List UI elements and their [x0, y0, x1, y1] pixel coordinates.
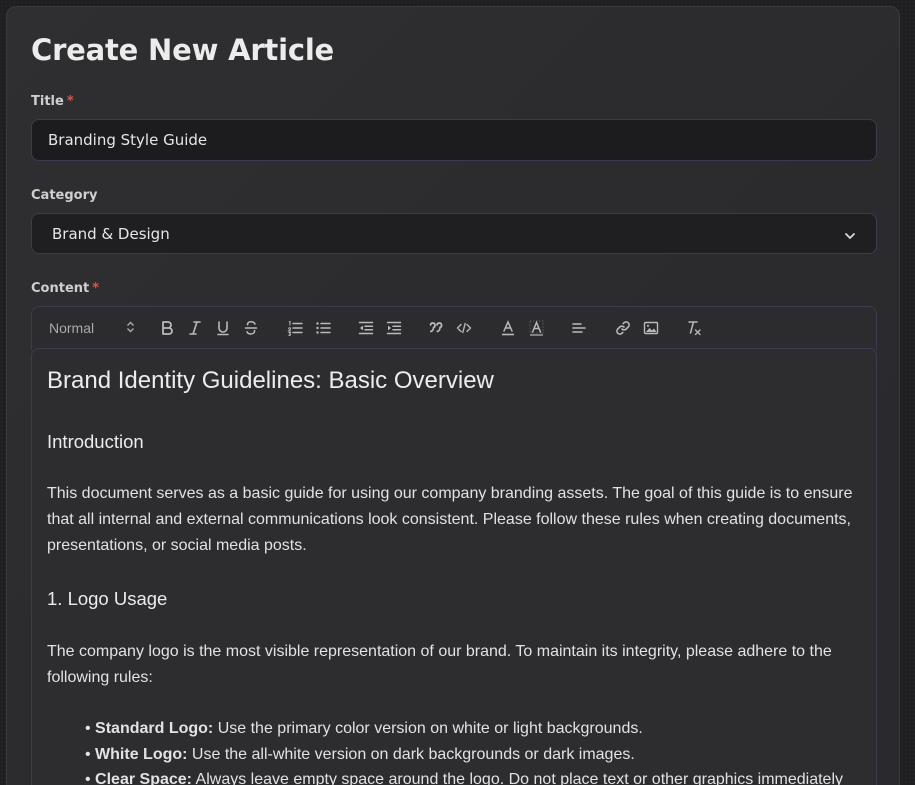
strikethrough-button[interactable]	[243, 318, 259, 338]
italic-button[interactable]	[187, 318, 203, 338]
page-title: Create New Article	[31, 33, 335, 67]
clear-format-button[interactable]	[684, 318, 702, 338]
list-item-term: White Logo:	[95, 745, 188, 763]
list-item-text: Use the all-white version on dark backgr…	[187, 745, 635, 763]
bold-icon	[160, 320, 174, 336]
code-icon	[456, 321, 472, 335]
highlight-icon	[529, 320, 544, 336]
intro-heading: Introduction	[47, 431, 144, 452]
category-select-value: Brand & Design	[52, 224, 170, 243]
italic-icon	[188, 320, 202, 336]
list-item: Standard Logo: Use the primary color ver…	[85, 716, 861, 742]
format-select-value: Normal	[49, 320, 95, 336]
underline-button[interactable]	[215, 318, 231, 338]
logo-usage-paragraph: The company logo is the most visible rep…	[47, 643, 832, 686]
title-label-text: Title	[31, 94, 64, 109]
editor-toolbar: Normal	[31, 306, 877, 350]
ordered-list-icon	[287, 320, 303, 336]
required-asterisk: *	[92, 281, 100, 296]
code-block-button[interactable]	[455, 318, 473, 338]
required-asterisk: *	[66, 94, 74, 109]
logo-usage-heading: 1. Logo Usage	[47, 588, 168, 609]
content-label: Content *	[31, 281, 99, 296]
strikethrough-icon	[244, 320, 258, 336]
category-label: Category	[31, 188, 98, 203]
ordered-list-button[interactable]	[286, 318, 304, 338]
outdent-button[interactable]	[357, 318, 375, 338]
content-editor[interactable]: Brand Identity Guidelines: Basic Overvie…	[31, 348, 877, 785]
quote-icon	[429, 321, 443, 335]
list-item-text: Always leave empty space around the logo…	[191, 771, 843, 785]
image-button[interactable]	[642, 318, 660, 338]
image-icon	[643, 321, 659, 335]
content-label-text: Content	[31, 281, 90, 296]
format-select[interactable]: Normal	[49, 318, 135, 338]
logo-rules-list: Standard Logo: Use the primary color ver…	[47, 716, 861, 785]
align-left-icon	[571, 321, 587, 335]
bullet-list-icon	[315, 320, 331, 336]
bold-button[interactable]	[159, 318, 175, 338]
link-button[interactable]	[614, 318, 632, 338]
bullet-list-button[interactable]	[314, 318, 332, 338]
link-icon	[615, 320, 631, 336]
article-form-card: Create New Article Title* Category Brand…	[6, 6, 900, 785]
list-item: White Logo: Use the all-white version on…	[85, 742, 861, 768]
chevron-down-icon	[844, 228, 856, 240]
indent-button[interactable]	[385, 318, 403, 338]
title-label: Title *	[31, 94, 74, 109]
blockquote-button[interactable]	[428, 318, 444, 338]
list-item: Clear Space: Always leave empty space ar…	[85, 767, 861, 785]
category-select[interactable]: Brand & Design	[31, 213, 877, 254]
title-input[interactable]	[31, 119, 877, 161]
outdent-icon	[358, 320, 374, 336]
text-color-button[interactable]	[500, 318, 516, 338]
list-item-text: Use the primary color version on white o…	[213, 720, 643, 737]
background-color-button[interactable]	[528, 318, 544, 338]
intro-paragraph: This document serves as a basic guide fo…	[47, 485, 853, 554]
underline-icon	[216, 320, 230, 336]
clear-format-icon	[685, 320, 702, 336]
up-down-chevron-icon	[126, 320, 135, 336]
list-item-term: Clear Space:	[95, 771, 192, 785]
align-button[interactable]	[570, 318, 588, 338]
editor-heading: Brand Identity Guidelines: Basic Overvie…	[47, 367, 494, 394]
list-item-term: Standard Logo:	[95, 720, 214, 737]
text-color-icon	[501, 320, 515, 336]
indent-icon	[386, 320, 402, 336]
page: Create New Article Title* Category Brand…	[0, 0, 915, 785]
